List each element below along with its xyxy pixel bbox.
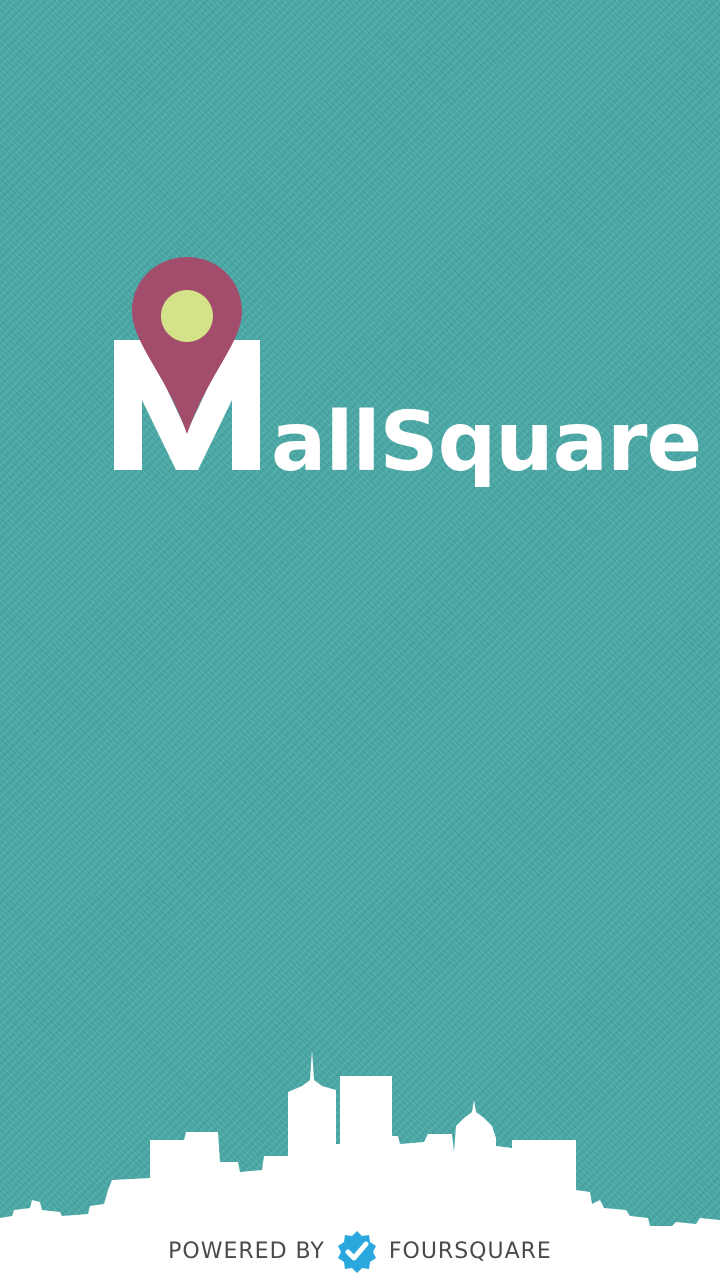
app-name: allSquare — [271, 395, 702, 490]
foursquare-check-icon — [337, 1231, 376, 1273]
powered-by-footer: POWERED BY FOURSQUARE — [0, 1222, 720, 1280]
powered-by-label: POWERED BY — [168, 1238, 325, 1264]
app-logo: allSquare — [108, 250, 702, 490]
logo-m-with-pin — [114, 257, 260, 470]
foursquare-brand: FOURSQUARE — [388, 1238, 552, 1264]
